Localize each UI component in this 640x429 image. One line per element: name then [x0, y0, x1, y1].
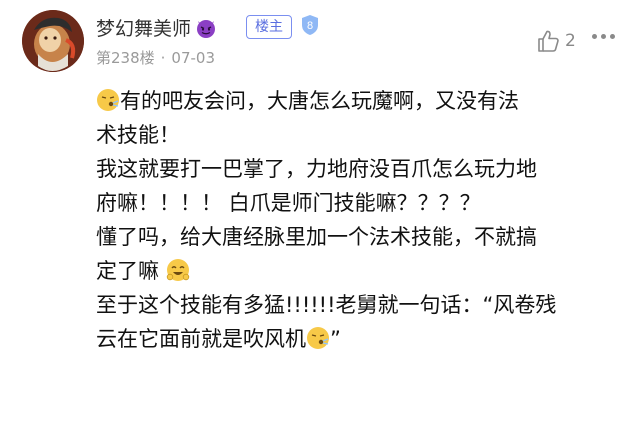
username[interactable]: 梦幻舞美师 — [96, 14, 217, 41]
content-line: 我这就要打一巴掌了，力地府没百爪怎么玩力地 — [96, 157, 537, 181]
content-line: 云在它面前就是吹风机” — [96, 326, 341, 351]
content-line: 定了嘛 — [96, 254, 636, 288]
blowing-face-emoji-icon — [96, 88, 120, 112]
content-line: 懂了吗，给大唐经脉里加一个法术技能，不就搞 — [96, 225, 537, 249]
more-dots-icon[interactable] — [592, 34, 615, 39]
level-shield-icon: 8 — [300, 14, 320, 36]
happy-face-emoji-icon — [166, 258, 190, 282]
host-badge: 楼主 — [246, 15, 292, 39]
level-number: 8 — [307, 20, 313, 32]
username-text[interactable]: 梦幻舞美师 — [96, 14, 191, 41]
avatar[interactable] — [22, 10, 84, 72]
content-line: 术技能！ — [96, 123, 180, 147]
blowing-face-emoji-icon — [306, 326, 330, 350]
floor-number: 第238楼 — [96, 49, 155, 67]
post-meta: 第238楼 · 07-03 — [96, 47, 215, 68]
thumbs-up-icon — [538, 30, 559, 52]
post-content: 有的吧友会问，大唐怎么玩魔啊，又没有法 术技能！ 我这就要打一巴掌了，力地府没百… — [96, 84, 636, 356]
like-button[interactable]: 2 — [535, 28, 576, 54]
devil-emoji-icon — [195, 17, 217, 39]
post-date: 07-03 — [171, 49, 216, 67]
content-line: 府嘛！！！！ 白爪是师门技能嘛？？？？ — [96, 191, 481, 215]
meta-separator: · — [160, 49, 166, 67]
content-line: 至于这个技能有多猛!!!!!!老舅就一句话：“风卷残 — [96, 293, 557, 317]
reply-post: 梦幻舞美师 楼主 8 第238楼 · 07-03 2 有的吧友会问，大唐怎么玩魔… — [0, 0, 640, 429]
content-line: 有的吧友会问，大唐怎么玩魔啊，又没有法 — [96, 84, 636, 118]
like-count: 2 — [565, 31, 576, 51]
